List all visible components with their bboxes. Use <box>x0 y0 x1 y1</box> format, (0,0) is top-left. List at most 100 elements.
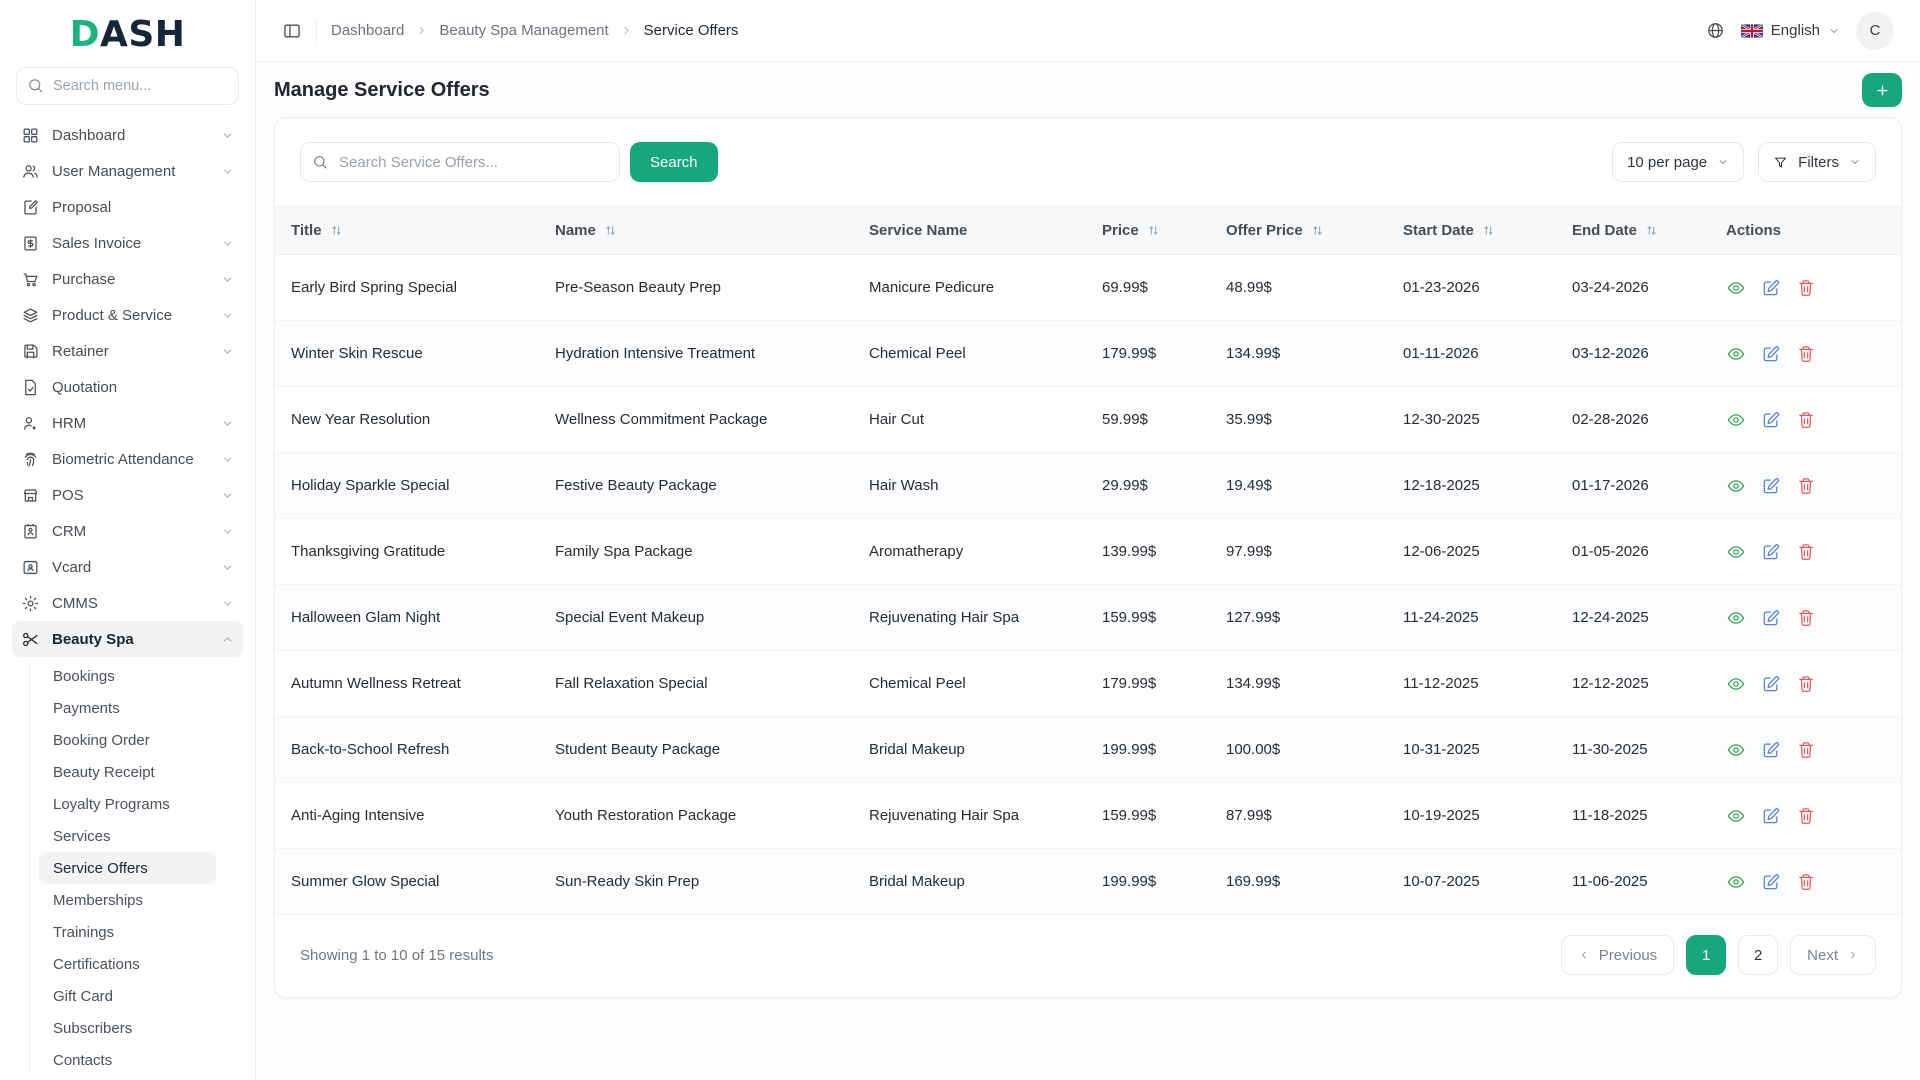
view-button[interactable] <box>1726 278 1746 298</box>
page-button-2[interactable]: 2 <box>1738 935 1779 975</box>
view-button[interactable] <box>1726 410 1746 430</box>
sidebar-item-contacts[interactable]: Contacts <box>39 1044 216 1076</box>
chevron-down-icon <box>221 417 234 430</box>
breadcrumb-item[interactable]: Beauty Spa Management <box>439 22 608 39</box>
table-row: Holiday Sparkle Special Festive Beauty Pa… <box>275 452 1901 519</box>
delete-button[interactable] <box>1796 476 1816 496</box>
cell-start: 01-11-2026 <box>1387 320 1556 387</box>
column-header-end-date[interactable]: End Date <box>1556 206 1710 255</box>
sort-icon <box>330 224 343 237</box>
page-button-1[interactable]: 1 <box>1686 935 1727 975</box>
delete-button[interactable] <box>1796 674 1816 694</box>
sidebar-item-crm[interactable]: CRM <box>12 513 243 549</box>
delete-button[interactable] <box>1796 806 1816 826</box>
edit-button[interactable] <box>1761 872 1781 892</box>
column-header-start-date[interactable]: Start Date <box>1387 206 1556 255</box>
cell-start: 11-12-2025 <box>1387 650 1556 717</box>
sidebar-item-label: CRM <box>52 522 87 540</box>
sidebar-item-pos[interactable]: POS <box>12 477 243 513</box>
column-header-title[interactable]: Title <box>275 206 539 255</box>
sidebar-item-service-offers[interactable]: Service Offers <box>39 852 216 884</box>
add-service-offer-button[interactable] <box>1862 73 1902 107</box>
sidebar-item-gift-card[interactable]: Gift Card <box>39 980 216 1012</box>
cell-name: Wellness Commitment Package <box>539 386 853 453</box>
column-header-name[interactable]: Name <box>539 206 853 255</box>
sidebar-item-payments[interactable]: Payments <box>39 692 216 724</box>
delete-button[interactable] <box>1796 608 1816 628</box>
view-button[interactable] <box>1726 344 1746 364</box>
view-button[interactable] <box>1726 872 1746 892</box>
edit-button[interactable] <box>1761 410 1781 430</box>
view-button[interactable] <box>1726 740 1746 760</box>
sidebar-item-user-management[interactable]: User Management <box>12 153 243 189</box>
edit-button[interactable] <box>1761 608 1781 628</box>
sidebar-item-trainings[interactable]: Trainings <box>39 916 216 948</box>
edit-button[interactable] <box>1761 806 1781 826</box>
edit-button[interactable] <box>1761 476 1781 496</box>
column-header-offer-price[interactable]: Offer Price <box>1210 206 1387 255</box>
sidebar-item-bookings[interactable]: Bookings <box>39 660 216 692</box>
delete-button[interactable] <box>1796 740 1816 760</box>
sidebar-item-booking-order[interactable]: Booking Order <box>39 724 216 756</box>
sidebar-item-product-service[interactable]: Product & Service <box>12 297 243 333</box>
table-row: Back-to-School Refresh Student Beauty Pac… <box>275 716 1901 783</box>
sidebar-item-services[interactable]: Services <box>39 820 216 852</box>
sidebar-item-cmms[interactable]: CMMS <box>12 585 243 621</box>
cell-offer_price: 134.99$ <box>1210 320 1387 387</box>
breadcrumb-item[interactable]: Dashboard <box>331 22 404 39</box>
globe-icon[interactable] <box>1706 21 1725 40</box>
sidebar-item-loyalty-programs[interactable]: Loyalty Programs <box>39 788 216 820</box>
sidebar-item-hrm[interactable]: HRM <box>12 405 243 441</box>
language-switcher[interactable]: English <box>1740 22 1840 39</box>
column-header-price[interactable]: Price <box>1086 206 1210 255</box>
vcard-icon <box>21 558 40 577</box>
table-row: Halloween Glam Night Special Event Makeup… <box>275 584 1901 651</box>
edit-button[interactable] <box>1761 278 1781 298</box>
offers-search-input[interactable] <box>300 142 620 182</box>
sidebar-item-quotation[interactable]: Quotation <box>12 369 243 405</box>
view-button[interactable] <box>1726 608 1746 628</box>
edit-button[interactable] <box>1761 674 1781 694</box>
sidebar-item-label: Proposal <box>52 198 112 216</box>
sidebar-item-certifications[interactable]: Certifications <box>39 948 216 980</box>
sidebar-item-memberships[interactable]: Memberships <box>39 884 216 916</box>
language-label: English <box>1770 22 1820 39</box>
submenu-item-label: Trainings <box>53 923 115 941</box>
sidebar-item-beauty-receipt[interactable]: Beauty Receipt <box>39 756 216 788</box>
sidebar-item-retainer[interactable]: Retainer <box>12 333 243 369</box>
cell-start: 10-31-2025 <box>1387 716 1556 783</box>
edit-button[interactable] <box>1761 740 1781 760</box>
column-header-label: Start Date <box>1403 222 1474 239</box>
edit-button[interactable] <box>1761 542 1781 562</box>
avatar[interactable]: C <box>1856 11 1894 50</box>
delete-button[interactable] <box>1796 410 1816 430</box>
filters-button[interactable]: Filters <box>1758 142 1876 182</box>
column-header-service-name: Service Name <box>853 206 1086 255</box>
quotation-icon <box>21 378 40 397</box>
sidebar-item-subscribers[interactable]: Subscribers <box>39 1012 216 1044</box>
search-button[interactable]: Search <box>630 142 718 182</box>
view-button[interactable] <box>1726 674 1746 694</box>
sidebar-item-biometric-attendance[interactable]: Biometric Attendance <box>12 441 243 477</box>
edit-button[interactable] <box>1761 344 1781 364</box>
sidebar-item-proposal[interactable]: Proposal <box>12 189 243 225</box>
sidebar-search-input[interactable] <box>16 67 239 105</box>
eye-icon <box>1726 872 1746 892</box>
previous-page-button[interactable]: Previous <box>1560 935 1675 975</box>
view-button[interactable] <box>1726 476 1746 496</box>
delete-button[interactable] <box>1796 872 1816 892</box>
sidebar-item-sales-invoice[interactable]: Sales Invoice <box>12 225 243 261</box>
sidebar-item-purchase[interactable]: Purchase <box>12 261 243 297</box>
sidebar-item-vcard[interactable]: Vcard <box>12 549 243 585</box>
delete-button[interactable] <box>1796 344 1816 364</box>
sidebar-item-dashboard[interactable]: Dashboard <box>12 117 243 153</box>
delete-button[interactable] <box>1796 542 1816 562</box>
view-button[interactable] <box>1726 806 1746 826</box>
delete-button[interactable] <box>1796 278 1816 298</box>
next-page-button[interactable]: Next <box>1790 935 1876 975</box>
per-page-select[interactable]: 10 per page <box>1612 142 1745 182</box>
sidebar-item-beauty-spa[interactable]: Beauty Spa <box>12 621 243 657</box>
cell-start: 10-19-2025 <box>1387 782 1556 849</box>
sidebar-toggle-icon[interactable] <box>282 21 302 41</box>
view-button[interactable] <box>1726 542 1746 562</box>
